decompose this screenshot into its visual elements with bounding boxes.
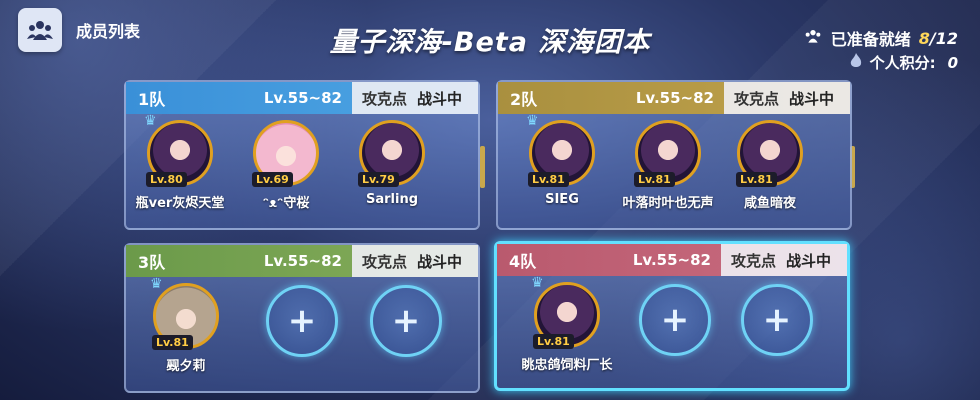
member-slot[interactable]: ♛ Lv.81 觋夕莉: [136, 276, 236, 374]
team-header: 3队 Lv.55~82 攻克点 战斗中: [126, 245, 478, 277]
plus-icon: +: [660, 300, 690, 340]
team-level-range: Lv.55~82: [263, 89, 342, 107]
team-panel-4[interactable]: 4队 Lv.55~82 攻克点 战斗中 ♛ Lv.81 眺忠鸽饲料厂长 + +: [494, 241, 850, 391]
team-level-range: Lv.55~82: [263, 252, 342, 270]
plus-icon: +: [287, 301, 317, 341]
member-name: ᵔᴥᵔ守桜: [262, 196, 310, 211]
team-header: 4队 Lv.55~82 攻克点 战斗中: [497, 244, 847, 276]
team-panel-2[interactable]: 2队 Lv.55~82 攻克点 战斗中 ♛ Lv.81 SIEG Lv.81 叶…: [496, 80, 852, 230]
member-level: Lv.81: [634, 172, 675, 187]
capture-point-label: 攻克点: [731, 251, 777, 270]
team-name: 4队: [509, 252, 537, 271]
battle-status: 战斗中: [417, 89, 463, 108]
personal-points: 个人积分: 0: [850, 52, 958, 73]
member-level: Lv.81: [528, 172, 569, 187]
member-slot[interactable]: ♛ Lv.81 SIEG: [512, 113, 612, 207]
capture-point-label: 攻克点: [362, 89, 408, 108]
avatar: Lv.81: [634, 120, 701, 187]
crown-icon: ♛: [150, 276, 163, 292]
team-panel-tab: [480, 146, 485, 188]
member-name: SIEG: [545, 192, 579, 207]
team-name: 3队: [138, 253, 166, 272]
crown-icon: ♛: [531, 275, 544, 291]
member-name: Sarling: [365, 192, 419, 207]
avatar: ♛ Lv.81: [531, 275, 600, 349]
member-level: Lv.79: [358, 172, 399, 187]
team-name: 1队: [138, 90, 166, 109]
plus-icon: +: [391, 301, 421, 341]
member-level: Lv.81: [152, 335, 193, 350]
team-capture-status: 攻克点 战斗中: [724, 82, 850, 114]
battle-status: 战斗中: [417, 252, 463, 271]
ready-label: 已准备就绪: [830, 30, 911, 49]
member-slot[interactable]: Lv.81 叶落时叶也无声: [618, 120, 718, 211]
member-name: 叶落时叶也无声: [622, 196, 714, 211]
empty-slot-button[interactable]: +: [639, 284, 711, 356]
capture-point-label: 攻克点: [734, 89, 780, 108]
member-slot[interactable]: ♛ Lv.80 瓶ver灰烬天堂: [130, 113, 230, 211]
ready-count: 8: [918, 28, 930, 48]
battle-status: 战斗中: [786, 251, 832, 270]
member-level: Lv.81: [736, 172, 777, 187]
avatar: Lv.81: [736, 120, 803, 187]
empty-slot-button[interactable]: +: [370, 285, 442, 357]
team-panel-3[interactable]: 3队 Lv.55~82 攻克点 战斗中 ♛ Lv.81 觋夕莉 + +: [124, 243, 480, 393]
points-value: 0: [947, 53, 958, 72]
member-level: Lv.81: [533, 334, 574, 349]
member-name: 咸鱼暗夜: [743, 196, 796, 211]
avatar: Lv.69: [252, 120, 319, 187]
flame-icon: [850, 52, 862, 73]
team-level-range: Lv.55~82: [635, 89, 714, 107]
team-capture-status: 攻克点 战斗中: [721, 244, 847, 276]
points-label: 个人积分:: [869, 54, 936, 72]
avatar: ♛ Lv.81: [150, 276, 219, 350]
empty-slot-button[interactable]: +: [266, 285, 338, 357]
avatar: ♛ Lv.80: [144, 113, 213, 187]
crown-icon: ♛: [526, 113, 539, 129]
team-level-range: Lv.55~82: [632, 251, 711, 269]
member-name: 眺忠鸽饲料厂长: [521, 358, 613, 373]
team-header: 1队 Lv.55~82 攻克点 战斗中: [126, 82, 478, 114]
capture-point-label: 攻克点: [362, 252, 408, 271]
member-name: 瓶ver灰烬天堂: [135, 196, 225, 211]
team-header: 2队 Lv.55~82 攻克点 战斗中: [498, 82, 850, 114]
battle-status: 战斗中: [789, 89, 835, 108]
member-slot[interactable]: ♛ Lv.81 眺忠鸽饲料厂长: [517, 275, 617, 373]
plus-icon: +: [762, 300, 792, 340]
team-capture-status: 攻克点 战斗中: [352, 82, 478, 114]
member-level: Lv.69: [252, 172, 293, 187]
ready-status: 已准备就绪 8/12: [803, 26, 958, 50]
crown-icon: ♛: [144, 113, 157, 129]
ready-total: /12: [929, 28, 958, 48]
member-slot[interactable]: Lv.69 ᵔᴥᵔ守桜: [236, 120, 336, 211]
empty-slot-button[interactable]: +: [741, 284, 813, 356]
member-level: Lv.80: [146, 172, 187, 187]
group-icon: [803, 28, 823, 48]
avatar: ♛ Lv.81: [526, 113, 595, 187]
team-capture-status: 攻克点 战斗中: [352, 245, 478, 277]
avatar: Lv.79: [358, 120, 425, 187]
member-name: 觋夕莉: [166, 359, 206, 374]
member-slot[interactable]: Lv.79 Sarling: [342, 120, 442, 207]
team-name: 2队: [510, 90, 538, 109]
member-slot[interactable]: Lv.81 咸鱼暗夜: [720, 120, 820, 211]
team-panel-1[interactable]: 1队 Lv.55~82 攻克点 战斗中 ♛ Lv.80 瓶ver灰烬天堂 Lv.…: [124, 80, 480, 230]
